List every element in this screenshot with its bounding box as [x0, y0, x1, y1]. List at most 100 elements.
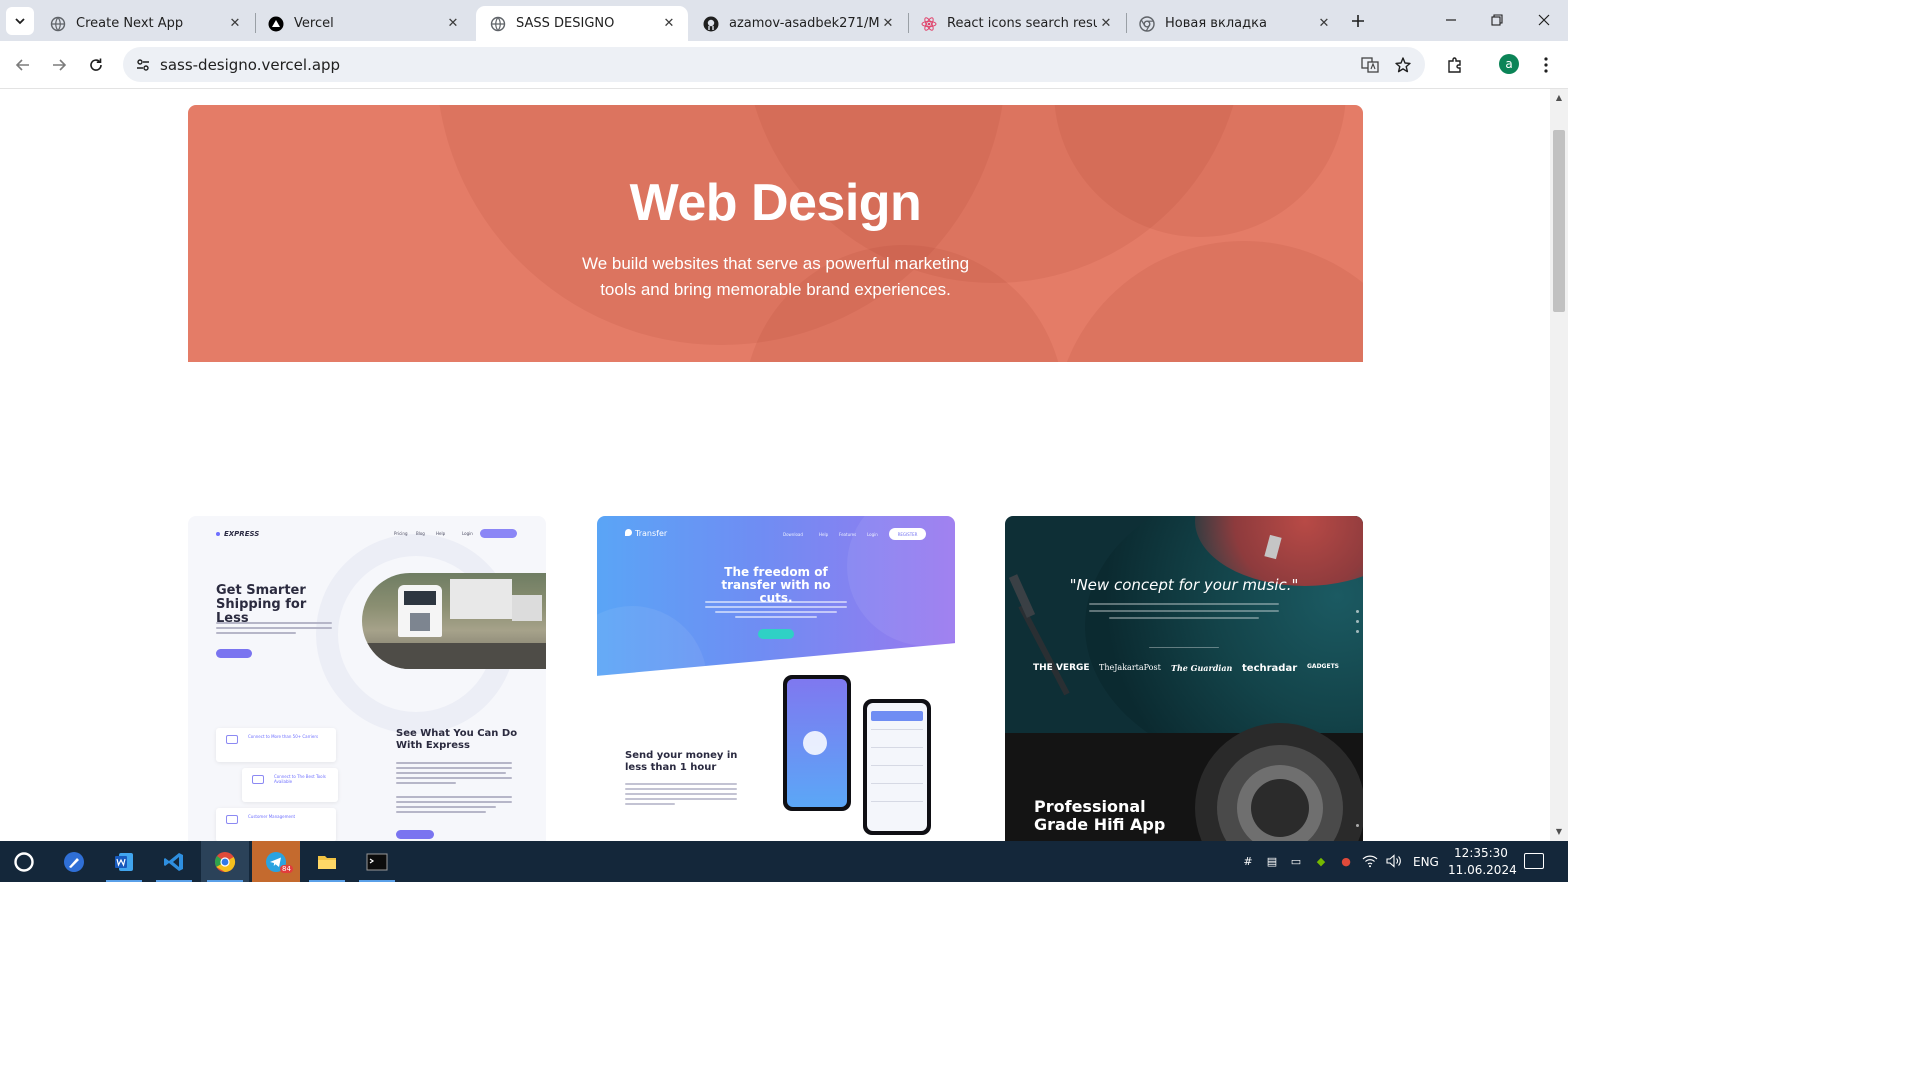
scroll-down-arrow-icon[interactable]: ▼ [1554, 827, 1564, 836]
new-tab-button[interactable] [1344, 8, 1372, 34]
taskbar-app-telegram[interactable]: 84 [252, 841, 300, 882]
scroll-up-arrow-icon[interactable]: ▲ [1554, 93, 1564, 102]
chrome-icon [214, 851, 236, 872]
tab-create-next-app[interactable]: Create Next App ✕ [36, 6, 254, 41]
site-settings-icon[interactable] [132, 54, 154, 76]
feature-title: Connect to More than 50+ Carriers [248, 734, 319, 739]
express-headline: Get Smarter Shipping for Less [216, 583, 307, 626]
brand-logo: The Guardian [1171, 663, 1233, 673]
close-icon[interactable]: ✕ [226, 15, 244, 33]
feature-title: Customer Management [248, 814, 296, 819]
text-line [625, 798, 737, 800]
reload-button[interactable] [81, 50, 111, 80]
word-icon [115, 852, 133, 871]
slider-dot [1356, 824, 1359, 827]
language-indicator[interactable]: ENG [1413, 855, 1439, 869]
feature-box: Connect to The Best Tools Available [242, 768, 338, 802]
minimize-icon [1446, 19, 1456, 21]
phone-mockup [783, 675, 851, 811]
brand-logo: TheJakartaPost [1099, 663, 1161, 672]
music-headline: Professional Grade Hifi App [1034, 797, 1166, 834]
truck-windshield [404, 591, 436, 605]
start-button[interactable] [0, 841, 48, 882]
close-window-button[interactable] [1521, 0, 1567, 40]
register-button: REGISTER [889, 528, 926, 540]
clock[interactable]: 12:35:30 11.06.2024 [1448, 845, 1517, 879]
address-bar[interactable]: sass-designo.vercel.app [123, 47, 1425, 82]
taskbar-app-vscode[interactable] [150, 841, 198, 882]
text-line [396, 782, 456, 784]
bookmark-star-icon[interactable] [1392, 54, 1414, 76]
portfolio-card-music[interactable]: "New concept for your music." THE VERGE … [1005, 516, 1363, 842]
notification-badge: 84 [280, 865, 293, 873]
screen-row [871, 801, 923, 802]
page-scrollbar[interactable]: ▲ ▼ [1550, 89, 1568, 841]
scrollbar-thumb[interactable] [1553, 130, 1565, 312]
tab-github[interactable]: azamov-asadbek271/Masji ✕ [689, 6, 907, 41]
close-icon[interactable]: ✕ [879, 15, 897, 33]
start-circle-icon [14, 851, 34, 872]
portfolio-card-express[interactable]: EXPRESS Pricing Blog Help Login Get Smar… [188, 516, 546, 842]
close-icon[interactable]: ✕ [1315, 15, 1333, 33]
react-icon [921, 16, 937, 32]
restore-button[interactable] [1474, 0, 1520, 40]
tab-title: Новая вкладка [1165, 16, 1267, 31]
taskbar-app-explorer[interactable] [303, 841, 351, 882]
headphone-logo [1251, 779, 1309, 837]
tab-search-button[interactable] [6, 7, 34, 35]
nav-link: Download [783, 532, 803, 537]
globe-icon [490, 16, 506, 32]
minimize-button[interactable] [1428, 0, 1474, 40]
arrow-left-icon [15, 59, 29, 71]
notification-center-icon[interactable] [1524, 853, 1544, 869]
text-line [396, 762, 512, 764]
express-section-title: See What You Can Do With Express [396, 728, 518, 751]
tab-new-tab[interactable]: Новая вкладка ✕ [1125, 6, 1343, 41]
extensions-button[interactable] [1440, 50, 1470, 80]
express-cta [216, 649, 252, 658]
slack-icon[interactable]: # [1240, 853, 1256, 869]
tab-vercel[interactable]: Vercel ✕ [254, 6, 472, 41]
browser-menu-button[interactable] [1531, 50, 1561, 80]
wifi-icon[interactable] [1362, 853, 1378, 869]
plus-icon [1352, 15, 1364, 27]
text-line [1109, 617, 1259, 619]
screen-row [871, 729, 923, 730]
forward-button[interactable] [44, 50, 74, 80]
close-icon[interactable]: ✕ [444, 15, 462, 33]
transfer-section-title: Send your money in less than 1 hour [625, 750, 738, 773]
back-button[interactable] [8, 50, 38, 80]
battery-icon[interactable]: ▭ [1288, 853, 1304, 869]
tab-sass-designo[interactable]: SASS DESIGNO ✕ [476, 6, 688, 41]
vercel-triangle-icon [268, 16, 284, 32]
tab-title: Vercel [294, 16, 334, 31]
chrome-tray-icon[interactable]: ● [1338, 853, 1354, 869]
taskbar-app-pinned[interactable] [50, 841, 98, 882]
taskbar-app-chrome[interactable] [201, 841, 249, 882]
taskbar-app-word[interactable] [100, 841, 148, 882]
windows-taskbar: 84 # ▤ ▭ ◆ ● ENG 12:35:30 11.06.2024 [0, 841, 1568, 882]
hero-subtitle: We build websites that serve as powerful… [581, 254, 970, 299]
feature-box: Connect to More than 50+ Carriers [216, 728, 336, 762]
slider-dot [1356, 610, 1359, 613]
tablet-icon[interactable]: ▤ [1264, 853, 1280, 869]
restore-icon [1491, 14, 1503, 26]
text-line [396, 811, 486, 813]
transfer-headline: The freedom of transfer with no cuts. [721, 565, 831, 605]
taskbar-app-terminal[interactable] [353, 841, 401, 882]
tab-react-icons[interactable]: React icons search results ✕ [907, 6, 1125, 41]
portfolio-card-transfer[interactable]: Transfer Download Help Features Login RE… [597, 516, 955, 842]
truck-icon [226, 735, 238, 744]
close-icon[interactable]: ✕ [660, 15, 678, 33]
running-indicator [359, 880, 395, 882]
truck-grill [410, 613, 430, 631]
translate-icon[interactable] [1359, 54, 1381, 76]
text-line [396, 806, 496, 808]
nav-link: Help [436, 531, 446, 536]
volume-icon[interactable] [1386, 853, 1402, 869]
nvidia-icon[interactable]: ◆ [1313, 853, 1329, 869]
profile-avatar[interactable]: a [1499, 54, 1519, 74]
close-icon [1538, 14, 1550, 26]
text-line [705, 601, 847, 603]
close-icon[interactable]: ✕ [1097, 15, 1115, 33]
